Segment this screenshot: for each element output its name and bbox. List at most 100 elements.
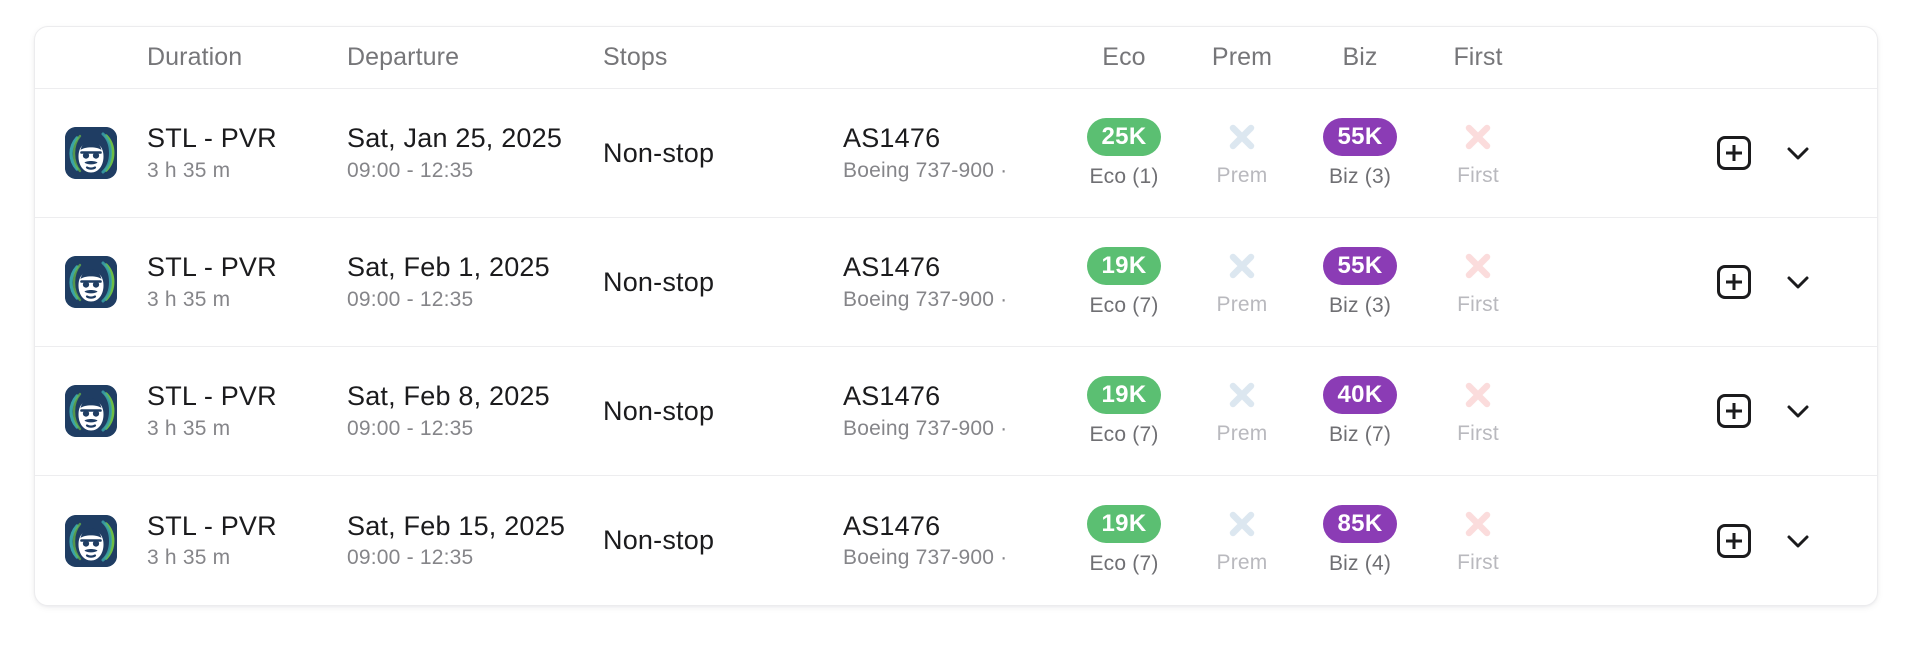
airline-logo-cell — [35, 127, 147, 179]
first-cell: First — [1419, 506, 1537, 575]
plus-square-icon[interactable] — [1717, 265, 1751, 299]
first-cell: First — [1419, 248, 1537, 317]
alaska-airlines-logo — [65, 514, 117, 567]
first-label: First — [1457, 551, 1499, 574]
duration-cell: STL - PVR 3 h 35 m — [147, 253, 347, 310]
table-row[interactable]: STL - PVR 3 h 35 m Sat, Feb 1, 2025 09:0… — [35, 218, 1877, 347]
airline-logo-cell — [35, 256, 147, 308]
prem-cell: Prem — [1183, 506, 1301, 575]
biz-miles-badge[interactable]: 55K — [1322, 117, 1398, 156]
column-header-stops[interactable]: Stops — [603, 43, 843, 72]
departure-cell: Sat, Feb 1, 2025 09:00 - 12:35 — [347, 253, 603, 310]
chevron-down-icon[interactable] — [1781, 136, 1815, 170]
column-header-prem[interactable]: Prem — [1183, 43, 1301, 72]
prem-label: Prem — [1216, 551, 1268, 574]
plus-square-icon[interactable] — [1717, 523, 1751, 558]
flight-number-label: AS1476 — [843, 510, 941, 541]
table-header-row: Duration Departure Stops Eco Prem Biz Fi… — [35, 27, 1877, 89]
eco-cell[interactable]: 19K Eco (7) — [1065, 375, 1183, 447]
eco-label: Eco (7) — [1089, 552, 1159, 575]
eco-miles-badge[interactable]: 19K — [1086, 505, 1162, 543]
biz-label: Biz (3) — [1328, 293, 1392, 317]
prem-cell: Prem — [1183, 119, 1301, 188]
departure-date-label: Sat, Feb 15, 2025 — [347, 510, 566, 541]
departure-times-label: 09:00 - 12:35 — [347, 546, 474, 570]
alaska-airlines-logo — [65, 256, 117, 308]
chevron-down-icon[interactable] — [1781, 524, 1815, 558]
departure-cell: Sat, Feb 8, 2025 09:00 - 12:35 — [347, 382, 603, 439]
stops-label: Non-stop — [603, 137, 715, 168]
eco-miles-badge[interactable]: 19K — [1086, 375, 1162, 414]
column-header-departure[interactable]: Departure — [347, 43, 603, 72]
duration-cell: STL - PVR 3 h 35 m — [147, 510, 347, 569]
biz-miles-badge[interactable]: 85K — [1322, 505, 1398, 543]
biz-cell[interactable]: 55K Biz (3) — [1301, 246, 1419, 318]
table-body: STL - PVR 3 h 35 m Sat, Jan 25, 2025 09:… — [35, 89, 1877, 605]
column-header-biz[interactable]: Biz — [1301, 43, 1419, 72]
eco-miles-badge[interactable]: 25K — [1086, 117, 1162, 156]
stops-cell: Non-stop — [603, 138, 843, 169]
biz-cell[interactable]: 40K Biz (7) — [1301, 375, 1419, 447]
page-root: Duration Departure Stops Eco Prem Biz Fi… — [0, 0, 1912, 658]
eco-cell[interactable]: 25K Eco (1) — [1065, 117, 1183, 189]
plus-square-icon[interactable] — [1717, 136, 1751, 170]
route-label: STL - PVR — [147, 123, 277, 154]
flight-cell: AS1476 Boeing 737-900 · — [843, 510, 1065, 569]
column-header-duration[interactable]: Duration — [147, 43, 347, 72]
prem-unavailable-icon — [1229, 124, 1255, 149]
first-label: First — [1457, 421, 1499, 445]
first-unavailable-icon — [1465, 253, 1491, 278]
flight-number-label: AS1476 — [843, 123, 941, 154]
departure-times-label: 09:00 - 12:35 — [347, 416, 474, 440]
stops-cell: Non-stop — [603, 267, 843, 298]
eco-label: Eco (7) — [1089, 293, 1159, 317]
eco-label: Eco (7) — [1089, 422, 1159, 446]
eco-miles-badge[interactable]: 19K — [1086, 246, 1162, 285]
flight-cell: AS1476 Boeing 737-900 · — [843, 124, 1065, 181]
departure-date-label: Sat, Feb 1, 2025 — [347, 252, 550, 283]
eco-cell[interactable]: 19K Eco (7) — [1065, 246, 1183, 318]
chevron-down-icon[interactable] — [1781, 265, 1815, 299]
duration-cell: STL - PVR 3 h 35 m — [147, 382, 347, 439]
prem-cell: Prem — [1183, 248, 1301, 317]
row-actions — [1717, 523, 1877, 558]
column-header-first[interactable]: First — [1419, 43, 1537, 72]
chevron-down-icon[interactable] — [1781, 394, 1815, 428]
eco-cell[interactable]: 19K Eco (7) — [1065, 505, 1183, 576]
aircraft-label: Boeing 737-900 · — [843, 158, 1008, 182]
departure-cell: Sat, Feb 15, 2025 09:00 - 12:35 — [347, 510, 603, 570]
prem-cell: Prem — [1183, 377, 1301, 446]
flight-number-label: AS1476 — [843, 381, 941, 412]
biz-label: Biz (4) — [1328, 552, 1392, 575]
route-label: STL - PVR — [147, 510, 277, 541]
alaska-airlines-logo — [65, 385, 117, 437]
first-unavailable-icon — [1465, 382, 1491, 407]
biz-cell[interactable]: 85K Biz (4) — [1301, 505, 1419, 576]
table-row[interactable]: STL - PVR 3 h 35 m Sat, Jan 25, 2025 09:… — [35, 89, 1877, 218]
departure-times-label: 09:00 - 12:35 — [347, 158, 474, 182]
table-row[interactable]: STL - PVR 3 h 35 m Sat, Feb 8, 2025 09:0… — [35, 347, 1877, 476]
biz-miles-badge[interactable]: 55K — [1322, 246, 1398, 285]
prem-label: Prem — [1216, 292, 1268, 316]
aircraft-label: Boeing 737-900 · — [843, 287, 1008, 311]
first-unavailable-icon — [1465, 124, 1491, 149]
biz-miles-badge[interactable]: 40K — [1322, 375, 1398, 414]
prem-label: Prem — [1216, 163, 1268, 187]
biz-cell[interactable]: 55K Biz (3) — [1301, 117, 1419, 189]
plus-square-icon[interactable] — [1717, 394, 1751, 428]
flight-cell: AS1476 Boeing 737-900 · — [843, 253, 1065, 310]
stops-cell: Non-stop — [603, 525, 843, 556]
airline-logo-cell — [35, 514, 147, 567]
table-row[interactable]: STL - PVR 3 h 35 m Sat, Feb 15, 2025 09:… — [35, 476, 1877, 605]
duration-label: 3 h 35 m — [147, 158, 231, 182]
flight-number-label: AS1476 — [843, 252, 941, 283]
aircraft-label: Boeing 737-900 · — [843, 416, 1008, 440]
prem-unavailable-icon — [1229, 511, 1255, 537]
prem-unavailable-icon — [1229, 253, 1255, 278]
biz-label: Biz (3) — [1328, 164, 1392, 188]
departure-times-label: 09:00 - 12:35 — [347, 287, 474, 311]
first-label: First — [1457, 163, 1499, 187]
column-header-eco[interactable]: Eco — [1065, 43, 1183, 72]
flight-cell: AS1476 Boeing 737-900 · — [843, 382, 1065, 439]
stops-cell: Non-stop — [603, 396, 843, 427]
